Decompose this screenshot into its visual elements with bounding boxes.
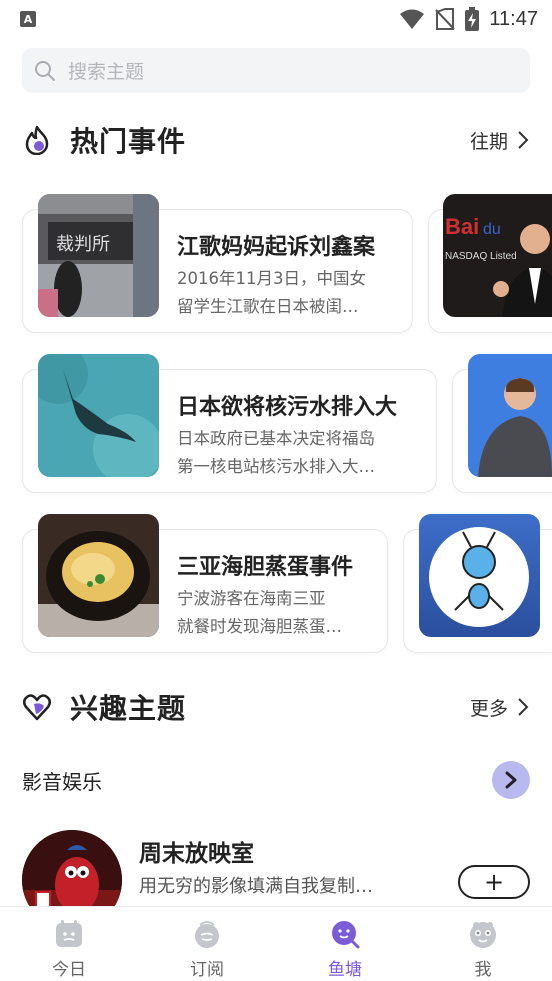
me-face-icon <box>470 922 496 948</box>
tab-label: 我 <box>474 960 492 980</box>
svg-text:NASDAQ Listed: NASDAQ Listed <box>445 251 517 262</box>
more-label: 更多 <box>469 697 508 720</box>
chevron-right-icon <box>505 771 517 789</box>
hot-events-header: 热门事件 往期 <box>22 120 530 160</box>
manta-ray-photo <box>38 354 159 477</box>
tab-subscribe[interactable]: 订阅 <box>138 907 276 981</box>
accessibility-icon: A <box>20 11 36 27</box>
wifi-icon <box>400 9 425 29</box>
subscribe-face-icon <box>195 921 219 948</box>
topic-item[interactable]: 周末放映室 用无穷的影像填满自我复制… + <box>22 830 530 930</box>
category-label: 影音娱乐 <box>22 769 102 794</box>
status-bar: A 11:47 <box>0 0 552 38</box>
event-desc-line2: 就餐时发现海胆蒸蛋… <box>177 617 342 636</box>
event-title: 日本欲将核污水排入大 <box>177 395 398 420</box>
bottom-tab-bar: 今日 订阅 鱼塘 我 <box>0 906 552 981</box>
status-time: 11:47 <box>489 7 538 30</box>
hot-events-past-link[interactable]: 往期 <box>470 127 530 154</box>
event-desc-line2: 留学生江歌在日本被闺… <box>177 297 359 316</box>
category-row[interactable]: 影音娱乐 <box>22 760 530 800</box>
tab-fishpond[interactable]: 鱼塘 <box>276 907 414 981</box>
event-desc-line2: 第一核电站核污水排入大… <box>177 457 375 476</box>
past-label: 往期 <box>469 130 508 153</box>
battery-charging-icon <box>465 7 480 31</box>
topic-title: 周末放映室 <box>139 841 254 867</box>
fishpond-search-face-icon <box>332 921 360 949</box>
event-title: 江歌妈妈起诉刘鑫案 <box>177 235 376 260</box>
baidu-ceo-photo: Bai du NASDAQ Listed <box>443 194 552 317</box>
calendar-face-icon <box>56 920 82 947</box>
event-title: 三亚海胆蒸蛋事件 <box>177 555 354 580</box>
category-arrow-button[interactable] <box>492 761 530 799</box>
no-sim-icon <box>435 8 456 30</box>
search-icon <box>35 60 55 81</box>
svg-text:Bai: Bai <box>445 214 479 239</box>
tab-today[interactable]: 今日 <box>0 907 138 981</box>
svg-text:裁判所: 裁判所 <box>56 234 110 255</box>
sea-urchin-photo <box>38 514 159 637</box>
interests-title: 兴趣主题 <box>70 692 187 725</box>
search-input[interactable]: 搜索主题 <box>22 48 530 93</box>
tab-label: 订阅 <box>190 960 224 980</box>
tab-label: 今日 <box>52 960 86 980</box>
tab-me[interactable]: 我 <box>414 907 552 981</box>
ant-logo <box>419 514 540 637</box>
heart-icon <box>23 694 51 721</box>
zuckerberg-photo <box>468 354 552 477</box>
topic-desc: 用无穷的影像填满自我复制… <box>139 876 373 897</box>
interests-header: 兴趣主题 更多 <box>22 687 530 727</box>
event-desc-line1: 日本政府已基本决定将福岛 <box>177 429 375 448</box>
event-desc-line1: 宁波游客在海南三亚 <box>177 589 326 608</box>
hot-events-title: 热门事件 <box>70 125 187 158</box>
interests-more-link[interactable]: 更多 <box>470 694 530 721</box>
svg-text:du: du <box>483 221 501 238</box>
fire-icon <box>25 125 49 155</box>
chevron-right-icon <box>518 698 529 716</box>
chevron-right-icon <box>518 131 529 149</box>
tab-label: 鱼塘 <box>328 960 362 980</box>
courthouse-photo: 裁判所 <box>38 194 159 317</box>
follow-button[interactable]: + <box>458 865 530 899</box>
event-desc-line1: 2016年11月3日，中国女 <box>177 269 366 288</box>
search-placeholder: 搜索主题 <box>68 61 145 83</box>
